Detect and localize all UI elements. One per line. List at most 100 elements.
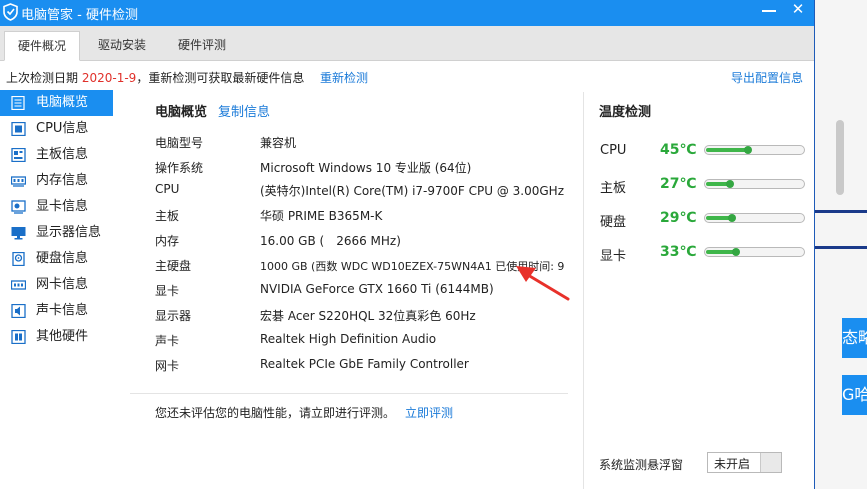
sidebar-item-motherboard[interactable]: 主板信息 [0, 142, 113, 168]
export-config-link[interactable]: 导出配置信息 [731, 69, 803, 86]
temp-gauge [704, 247, 805, 257]
tab-bar: 硬件概况 驱动安装 硬件评测 [0, 26, 814, 61]
overview-title: 电脑概览 [155, 105, 208, 120]
recheck-link[interactable]: 重新检测 [320, 69, 368, 86]
temp-gauge-dot [732, 248, 740, 256]
temp-gauge-fill [706, 146, 752, 154]
background-scrollbar[interactable] [836, 120, 844, 195]
motherboard-icon [11, 148, 26, 162]
sidebar-item-monitor[interactable]: 显示器信息 [0, 220, 113, 246]
other-hardware-icon [11, 330, 26, 344]
sidebar-item-label: CPU信息 [36, 121, 89, 136]
monitor-icon [11, 227, 26, 240]
temp-value: 33℃ [660, 244, 697, 260]
background-button-2[interactable]: G哈 [842, 375, 867, 415]
tab-hardware-overview[interactable]: 硬件概况 [4, 31, 80, 61]
background-button-1[interactable]: 态略 [842, 318, 867, 358]
temp-gauge-dot [726, 180, 734, 188]
toggle-state: 未开启 [714, 457, 751, 471]
background-divider [815, 246, 867, 249]
info-value: Realtek PCIe GbE Family Controller [260, 357, 469, 371]
panel-divider [583, 92, 584, 489]
info-row-cpu: CPU (英特尔)Intel(R) Core(TM) i7-9700F CPU … [155, 180, 565, 200]
background-divider [815, 210, 867, 213]
temp-gauge-fill [706, 214, 736, 222]
network-icon [11, 280, 26, 290]
sidebar-item-label: 其他硬件 [36, 329, 89, 344]
temp-value: 45℃ [660, 142, 697, 158]
temp-gauge-dot [744, 146, 752, 154]
sidebar-item-other-hardware[interactable]: 其他硬件 [0, 324, 113, 350]
info-value: 兼容机 [260, 136, 297, 150]
sidebar-item-overview[interactable]: 电脑概览 [0, 90, 113, 116]
info-label: 显卡 [155, 284, 180, 298]
last-check-date: 2020-1-9 [81, 71, 137, 85]
info-bar: 上次检测日期 2020-1-9，重新检测可获取最新硬件信息 重新检测 导出配置信… [0, 61, 814, 91]
sidebar-item-label: 电脑概览 [36, 95, 89, 110]
evaluate-now-link[interactable]: 立即评测 [405, 404, 453, 421]
info-row-sound: 声卡 Realtek High Definition Audio [155, 330, 565, 350]
close-icon: ✕ [791, 0, 805, 18]
temp-row-motherboard: 主板 27℃ [600, 174, 810, 196]
close-button[interactable]: ✕ [789, 0, 807, 18]
window-title: 电脑管家 - 硬件检测 [21, 8, 138, 23]
temp-gauge [704, 179, 805, 189]
minimize-button[interactable] [762, 10, 776, 12]
temperature-title: 温度检测 [599, 105, 652, 120]
info-value: (英特尔)Intel(R) Core(TM) i7-9700F CPU @ 3.… [260, 184, 565, 198]
tab-driver-install[interactable]: 驱动安装 [86, 31, 158, 61]
temp-label: 硬盘 [600, 215, 627, 230]
sidebar-item-label: 内存信息 [36, 173, 89, 188]
temp-row-cpu: CPU 45℃ [600, 140, 810, 162]
info-row-motherboard: 主板 华硕 PRIME B365M-K [155, 205, 565, 225]
info-label: CPU [155, 182, 180, 196]
title-bar[interactable]: 电脑管家 - 硬件检测 ✕ [0, 0, 814, 26]
sidebar: 电脑概览 CPU信息 主板信息 内存信息 显卡信息 显示器信息 硬盘信息 网卡信… [0, 90, 113, 350]
info-value: Realtek High Definition Audio [260, 332, 437, 346]
overview-icon [11, 96, 25, 110]
last-check-text: 上次检测日期 2020-1-9，重新检测可获取最新硬件信息 [6, 71, 305, 85]
info-label: 主硬盘 [155, 259, 192, 273]
sidebar-item-memory[interactable]: 内存信息 [0, 168, 113, 194]
info-row-os: 操作系统 Microsoft Windows 10 专业版 (64位) [155, 157, 565, 177]
info-label: 显示器 [155, 309, 192, 323]
floating-monitor-toggle[interactable]: 未开启 [707, 452, 782, 473]
sidebar-item-gpu[interactable]: 显卡信息 [0, 194, 113, 220]
sidebar-item-label: 网卡信息 [36, 277, 89, 292]
info-value: 宏碁 Acer S220HQL 32位真彩色 60Hz [260, 309, 476, 323]
info-row-memory: 内存 16.00 GB ( 2666 MHz) [155, 230, 565, 250]
info-row-monitor: 显示器 宏碁 Acer S220HQL 32位真彩色 60Hz [155, 305, 565, 325]
info-label: 声卡 [155, 334, 180, 348]
info-value: NVIDIA GeForce GTX 1660 Ti (6144MB) [260, 282, 494, 296]
temp-gauge [704, 145, 805, 155]
info-row-network: 网卡 Realtek PCIe GbE Family Controller [155, 355, 565, 375]
info-value: 16.00 GB ( 2666 MHz) [260, 234, 401, 248]
divider [130, 393, 568, 394]
temp-label: CPU [600, 143, 627, 158]
info-label: 操作系统 [155, 161, 204, 175]
temp-row-gpu: 显卡 33℃ [600, 242, 810, 264]
temp-gauge-fill [706, 180, 734, 188]
temp-gauge-dot [728, 214, 736, 222]
info-label: 内存 [155, 234, 180, 248]
background-window [814, 0, 867, 489]
sidebar-item-label: 显卡信息 [36, 199, 89, 214]
temp-label: 主板 [600, 181, 627, 196]
sidebar-item-label: 显示器信息 [36, 225, 102, 240]
copy-info-link[interactable]: 复制信息 [218, 101, 270, 120]
info-row-model: 电脑型号 兼容机 [155, 132, 565, 152]
floating-monitor-label: 系统监测悬浮窗 [599, 458, 684, 472]
sidebar-item-cpu[interactable]: CPU信息 [0, 116, 113, 142]
tab-hardware-benchmark[interactable]: 硬件评测 [166, 31, 238, 61]
info-label: 主板 [155, 209, 180, 223]
info-label: 网卡 [155, 359, 180, 373]
sidebar-item-sound[interactable]: 声卡信息 [0, 298, 113, 324]
cpu-icon [11, 122, 26, 136]
memory-icon [11, 176, 26, 187]
sidebar-item-network[interactable]: 网卡信息 [0, 272, 113, 298]
sidebar-item-disk[interactable]: 硬盘信息 [0, 246, 113, 272]
annotation-arrow [516, 266, 570, 301]
temp-gauge-fill [706, 248, 740, 256]
info-row-main-disk: 主硬盘 1000 GB (西数 WDC WD10EZEX-75WN4A1 已使用… [155, 255, 565, 275]
sound-icon [11, 304, 26, 318]
